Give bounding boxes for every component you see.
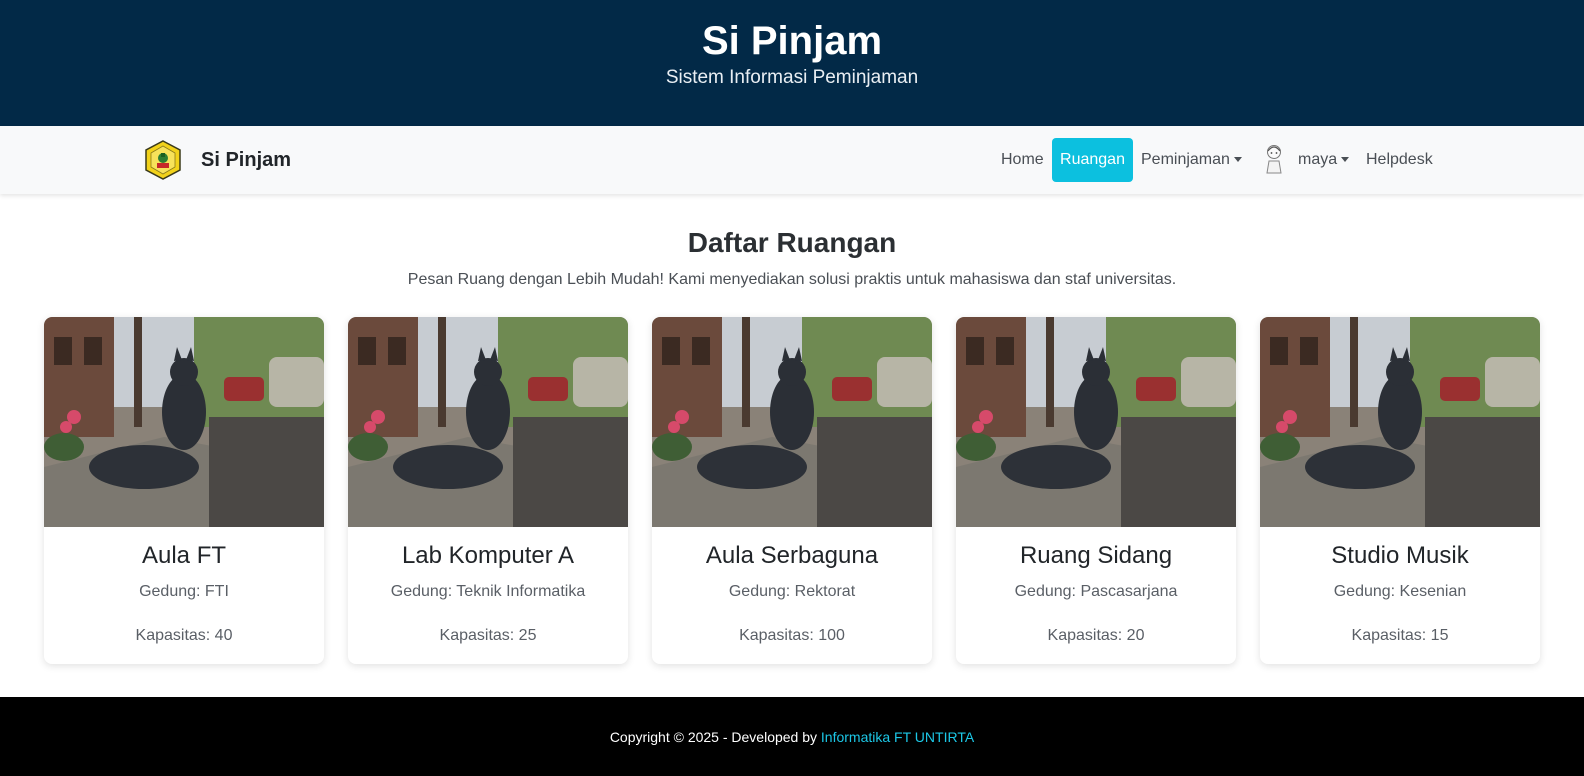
footer-copyright-text: Copyright © 2025 - Developed by bbox=[609, 729, 821, 745]
room-photo bbox=[44, 317, 324, 527]
room-capacity: Kapasitas: 40 bbox=[135, 627, 233, 644]
room-capacity: Kapasitas: 20 bbox=[1047, 627, 1145, 644]
room-photo bbox=[956, 317, 1236, 527]
room-capacity: Kapasitas: 100 bbox=[739, 627, 845, 644]
room-name: Studio Musik bbox=[1331, 542, 1469, 569]
room-building: Gedung: Pascasarjana bbox=[1014, 583, 1178, 600]
room-photo bbox=[1260, 317, 1540, 527]
nav-user-dropdown[interactable]: maya bbox=[1298, 138, 1350, 182]
site-header: Si Pinjam Sistem Informasi Peminjaman bbox=[0, 0, 1584, 126]
page-title: Daftar Ruangan bbox=[687, 227, 897, 258]
nav-ruangan-link[interactable]: Ruangan bbox=[1052, 138, 1133, 182]
room-card[interactable]: Lab Komputer A Gedung: Teknik Informatik… bbox=[348, 317, 628, 664]
site-footer: Copyright © 2025 - Developed by Informat… bbox=[0, 697, 1584, 776]
nav-peminjaman-dropdown[interactable]: Peminjaman bbox=[1141, 138, 1242, 182]
room-building: Gedung: Rektorat bbox=[728, 583, 856, 600]
room-building: Gedung: Kesenian bbox=[1333, 583, 1467, 600]
navbar-brand[interactable]: Si Pinjam bbox=[201, 147, 291, 173]
main-navbar: Si Pinjam Home Ruangan Peminjaman maya H… bbox=[0, 126, 1584, 194]
site-title: Si Pinjam bbox=[701, 19, 883, 63]
nav-home-link[interactable]: Home bbox=[1001, 138, 1044, 182]
user-avatar-icon[interactable] bbox=[1262, 143, 1286, 175]
university-logo-icon[interactable] bbox=[143, 140, 183, 180]
footer-copyright: Copyright © 2025 - Developed by Informat… bbox=[0, 728, 1584, 746]
room-building: Gedung: FTI bbox=[139, 583, 229, 600]
room-card[interactable]: Aula Serbaguna Gedung: Rektorat Kapasita… bbox=[652, 317, 932, 664]
room-name: Lab Komputer A bbox=[401, 542, 575, 569]
room-card[interactable]: Aula FT Gedung: FTI Kapasitas: 40 bbox=[44, 317, 324, 664]
room-building: Gedung: Teknik Informatika bbox=[390, 583, 586, 600]
room-photo bbox=[348, 317, 628, 527]
chevron-down-icon bbox=[1233, 157, 1242, 163]
chevron-down-icon bbox=[1341, 157, 1350, 163]
room-card[interactable]: Studio Musik Gedung: Kesenian Kapasitas:… bbox=[1260, 317, 1540, 664]
nav-helpdesk-link[interactable]: Helpdesk bbox=[1366, 138, 1433, 182]
room-capacity: Kapasitas: 25 bbox=[439, 627, 537, 644]
page-lead: Pesan Ruang dengan Lebih Mudah! Kami men… bbox=[407, 271, 1177, 288]
room-photo bbox=[652, 317, 932, 527]
room-name: Aula FT bbox=[141, 542, 227, 569]
footer-developer-link[interactable]: Informatika FT UNTIRTA bbox=[821, 729, 974, 745]
room-name: Aula Serbaguna bbox=[705, 542, 879, 569]
room-capacity: Kapasitas: 15 bbox=[1351, 627, 1449, 644]
nav-peminjaman-label: Peminjaman bbox=[1141, 151, 1230, 168]
site-subtitle: Sistem Informasi Peminjaman bbox=[665, 67, 919, 88]
room-card[interactable]: Ruang Sidang Gedung: Pascasarjana Kapasi… bbox=[956, 317, 1236, 664]
room-name: Ruang Sidang bbox=[1019, 542, 1173, 569]
nav-user-label: maya bbox=[1298, 151, 1338, 168]
